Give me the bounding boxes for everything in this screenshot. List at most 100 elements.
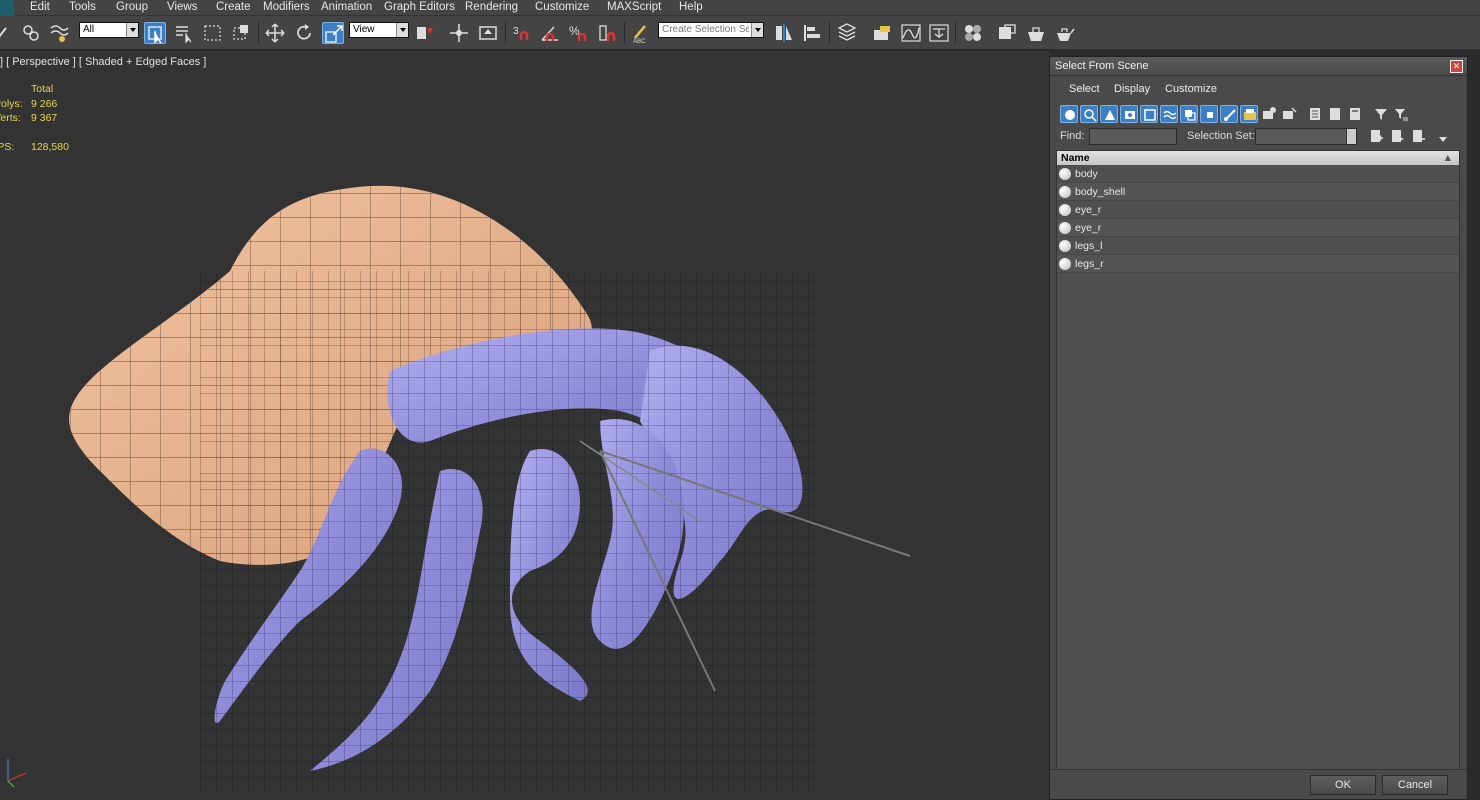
pivot-center-icon[interactable] bbox=[414, 22, 436, 44]
menu-graph-editors[interactable]: Graph Editors bbox=[384, 1, 455, 13]
mirror-icon[interactable] bbox=[773, 22, 795, 44]
angle-snap-icon[interactable] bbox=[539, 22, 561, 44]
display-spacewarps-icon[interactable] bbox=[1160, 105, 1178, 123]
filter-icon[interactable] bbox=[1372, 105, 1390, 123]
filter-settings-icon[interactable] bbox=[1392, 105, 1410, 123]
rotate-icon[interactable] bbox=[293, 22, 315, 44]
menu-group[interactable]: Group bbox=[116, 1, 148, 13]
geometry-icon bbox=[1059, 222, 1071, 234]
render-production-icon[interactable] bbox=[1054, 22, 1076, 44]
display-frozen-icon[interactable] bbox=[1260, 105, 1278, 123]
window-crossing-icon[interactable] bbox=[230, 22, 252, 44]
graphite-modeling-tools-icon[interactable] bbox=[871, 22, 893, 44]
name-column-label: Name bbox=[1061, 152, 1090, 164]
list-item[interactable]: eye_r bbox=[1057, 201, 1459, 219]
add-to-selection-set-icon[interactable] bbox=[1388, 127, 1406, 145]
app-logo[interactable] bbox=[0, 0, 14, 16]
sort-ascending-icon: ▲ bbox=[1442, 152, 1453, 164]
dialog-menu-bar: Select Display Customize bbox=[1050, 79, 1467, 99]
named-selection-sets-dropdown[interactable]: Create Selection Se bbox=[658, 22, 764, 38]
bind-spacewarp-icon[interactable] bbox=[48, 22, 70, 44]
menu-tools[interactable]: Tools bbox=[69, 1, 96, 13]
spinner-snap-icon[interactable] bbox=[597, 22, 619, 44]
layer-manager-icon[interactable] bbox=[836, 22, 858, 44]
display-xrefs-icon[interactable] bbox=[1200, 105, 1218, 123]
move-icon[interactable] bbox=[264, 22, 286, 44]
display-cameras-icon[interactable] bbox=[1120, 105, 1138, 123]
menu-views[interactable]: Views bbox=[167, 1, 197, 13]
display-all-icon[interactable] bbox=[1306, 105, 1324, 123]
list-item[interactable]: body_shell bbox=[1057, 183, 1459, 201]
percent-snap-icon[interactable]: % bbox=[568, 22, 590, 44]
menu-help[interactable]: Help bbox=[679, 1, 703, 13]
list-item[interactable]: eye_r bbox=[1057, 219, 1459, 237]
dialog-filter-toolbar bbox=[1056, 103, 1466, 125]
menu-edit[interactable]: Edit bbox=[30, 1, 50, 13]
reference-coordinate-dropdown[interactable]: View bbox=[349, 22, 409, 38]
verts-label: Verts: bbox=[0, 112, 21, 124]
list-item[interactable]: legs_r bbox=[1057, 255, 1459, 273]
display-bones-icon[interactable] bbox=[1220, 105, 1238, 123]
axis-tripod-icon bbox=[7, 759, 27, 788]
dialog-title: Select From Scene bbox=[1055, 60, 1149, 72]
edit-named-selection-icon[interactable]: ABC bbox=[630, 22, 652, 45]
dialog-menu-customize[interactable]: Customize bbox=[1165, 83, 1217, 95]
create-selection-set-icon[interactable] bbox=[1367, 127, 1385, 145]
curve-editor-icon[interactable] bbox=[900, 22, 922, 44]
list-item[interactable]: body bbox=[1057, 165, 1459, 183]
dialog-title-bar[interactable]: Select From Scene ✕ bbox=[1050, 57, 1467, 76]
name-column-header[interactable]: Name ▲ bbox=[1057, 151, 1459, 165]
dialog-menu-select[interactable]: Select bbox=[1069, 83, 1100, 95]
stats-header: Total bbox=[31, 83, 54, 95]
hermit-crab-model[interactable] bbox=[40, 121, 940, 800]
menu-modifiers[interactable]: Modifiers bbox=[263, 1, 310, 13]
render-frame-window-icon[interactable] bbox=[1025, 22, 1047, 44]
menu-maxscript[interactable]: MAXScript bbox=[607, 1, 661, 13]
selection-filter-value: All bbox=[83, 24, 95, 35]
menu-rendering[interactable]: Rendering bbox=[465, 1, 518, 13]
crab-body-mesh bbox=[200, 271, 820, 791]
select-by-name-icon[interactable] bbox=[173, 22, 195, 44]
display-containers-icon[interactable] bbox=[1240, 105, 1258, 123]
keyboard-shortcut-override-icon[interactable] bbox=[477, 22, 499, 44]
geometry-icon bbox=[1059, 186, 1071, 198]
select-manipulate-icon[interactable] bbox=[448, 22, 470, 44]
svg-text:ABC: ABC bbox=[633, 39, 646, 44]
options-dropdown-icon[interactable] bbox=[1434, 129, 1452, 147]
display-shapes-icon[interactable] bbox=[1080, 105, 1098, 123]
selection-filter-dropdown[interactable]: All bbox=[79, 22, 139, 38]
snaps-toggle-icon[interactable]: 3 bbox=[511, 22, 533, 44]
scale-icon[interactable] bbox=[322, 22, 344, 44]
menu-create[interactable]: Create bbox=[216, 1, 251, 13]
cancel-button[interactable]: Cancel bbox=[1382, 775, 1448, 795]
material-editor-icon[interactable] bbox=[962, 22, 984, 44]
dialog-menu-display[interactable]: Display bbox=[1114, 83, 1150, 95]
display-groups-icon[interactable] bbox=[1180, 105, 1198, 123]
schematic-view-icon[interactable] bbox=[928, 22, 950, 44]
ok-button[interactable]: OK bbox=[1310, 775, 1376, 795]
selection-set-dropdown[interactable] bbox=[1255, 128, 1357, 145]
object-name: body_shell bbox=[1075, 186, 1126, 198]
close-icon[interactable]: ✕ bbox=[1450, 60, 1463, 73]
display-none-icon[interactable] bbox=[1326, 105, 1344, 123]
display-lights-icon[interactable] bbox=[1100, 105, 1118, 123]
display-helpers-icon[interactable] bbox=[1140, 105, 1158, 123]
select-object-icon[interactable] bbox=[144, 22, 166, 44]
perspective-viewport[interactable]: ] [ Perspective ] [ Shaded + Edged Faces… bbox=[0, 51, 1050, 800]
unlink-icon[interactable] bbox=[20, 22, 42, 44]
menu-animation[interactable]: Animation bbox=[321, 1, 372, 13]
link-icon[interactable] bbox=[0, 22, 16, 44]
render-setup-icon[interactable] bbox=[996, 22, 1018, 44]
find-input[interactable] bbox=[1089, 128, 1177, 145]
geometry-icon bbox=[1059, 204, 1071, 216]
list-item[interactable]: legs_l bbox=[1057, 237, 1459, 255]
display-hidden-icon[interactable] bbox=[1280, 105, 1298, 123]
display-geometry-icon[interactable] bbox=[1060, 105, 1078, 123]
align-icon[interactable] bbox=[802, 22, 824, 44]
menu-customize[interactable]: Customize bbox=[535, 1, 589, 13]
viewport-label[interactable]: ] [ Perspective ] [ Shaded + Edged Faces… bbox=[0, 56, 206, 68]
rectangular-selection-icon[interactable] bbox=[202, 22, 224, 44]
scene-object-list[interactable]: Name ▲ body body_shell eye_r eye_r legs_… bbox=[1056, 150, 1460, 770]
display-invert-icon[interactable] bbox=[1346, 105, 1364, 123]
remove-from-selection-set-icon[interactable] bbox=[1409, 127, 1427, 145]
